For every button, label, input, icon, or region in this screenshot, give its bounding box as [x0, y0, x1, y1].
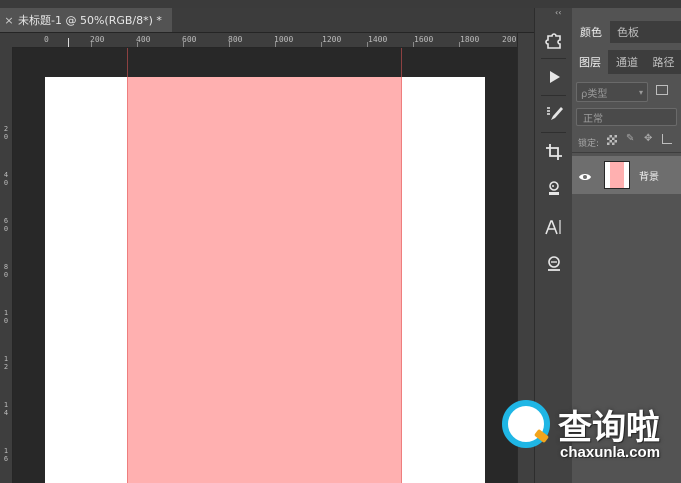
layer-thumbnail [604, 161, 630, 189]
tab-swatches[interactable]: 色板 [610, 21, 646, 43]
lock-paint-icon[interactable]: ✎ [626, 133, 634, 144]
ruler-tick [413, 42, 414, 47]
tab-color[interactable]: 颜色 [572, 21, 610, 43]
ruler-corner [0, 33, 12, 48]
pink-rectangle-shape[interactable] [127, 77, 402, 483]
document-tab-bar: × 未标题-1 @ 50%(RGB/8*) * [0, 8, 534, 33]
ruler-label: 1600 [414, 35, 434, 44]
text-cursor-icon[interactable] [539, 213, 568, 241]
app-top-bar [0, 0, 681, 8]
layer-thumbnail-shape [610, 162, 624, 188]
ruler-label: 200 [502, 35, 517, 44]
tab-paths[interactable]: 路径 [646, 50, 681, 74]
vertical-guide[interactable] [401, 48, 402, 483]
ruler-label: 4 [3, 171, 9, 179]
ruler-label: 0 [44, 35, 49, 44]
magnifier-logo-icon [502, 400, 550, 448]
ruler-label: 0 [3, 179, 9, 187]
tab-layers[interactable]: 图层 [572, 50, 608, 74]
stamp-icon[interactable] [539, 175, 568, 203]
ruler-label: 1400 [368, 35, 388, 44]
toolstrip-divider [541, 132, 566, 133]
ruler-label: 1 [3, 355, 9, 363]
ruler-label: 4 [3, 409, 9, 417]
ruler-label: 1 [3, 447, 9, 455]
ruler-tick [91, 42, 92, 47]
layer-kind-filter[interactable]: ρ类型 ▾ [576, 82, 648, 102]
ruler-tick [183, 42, 184, 47]
ruler-label: 600 [182, 35, 197, 44]
ruler-tick [229, 42, 230, 47]
ruler-label: 1000 [274, 35, 294, 44]
ruler-tick [68, 38, 69, 47]
ruler-tick [275, 42, 276, 47]
tab-channels[interactable]: 通道 [608, 50, 646, 74]
document-canvas[interactable] [45, 77, 485, 483]
document-tab[interactable]: × 未标题-1 @ 50%(RGB/8*) * [0, 8, 172, 32]
eye-icon[interactable] [578, 168, 592, 187]
chevron-down-icon: ▾ [638, 87, 643, 97]
ruler-label: 0 [3, 133, 9, 141]
ruler-tick [137, 42, 138, 47]
watermark-url: chaxunla.com [560, 444, 661, 461]
ruler-label: 2 [3, 125, 9, 133]
watermark-logo: 查询啦 chaxunla.com [500, 398, 681, 472]
layer-name[interactable]: 背景 [639, 168, 659, 183]
toolstrip-divider [541, 95, 566, 96]
ruler-label: 0 [3, 317, 9, 325]
close-tab-icon[interactable]: × [0, 14, 18, 27]
collapse-arrows-icon[interactable]: ‹‹ [555, 8, 561, 17]
ruler-label: 0 [3, 225, 9, 233]
ruler-label: 1 [3, 401, 9, 409]
canvas-area[interactable] [13, 48, 517, 483]
layer-row[interactable]: 背景 [572, 156, 681, 194]
horizontal-ruler[interactable]: 0 200 400 600 800 1000 1200 1400 1600 18… [12, 33, 517, 48]
toolstrip-divider [541, 58, 566, 59]
document-tab-title: 未标题-1 @ 50%(RGB/8*) * [18, 14, 162, 27]
ruler-label: 6 [3, 217, 9, 225]
ruler-label: 6 [3, 455, 9, 463]
lock-transparency-icon[interactable] [607, 135, 617, 145]
ruler-label: 200 [90, 35, 105, 44]
ruler-label: 2 [3, 363, 9, 371]
color-tab-bar: 颜色 色板 [572, 21, 681, 43]
ruler-label: 1 [3, 309, 9, 317]
image-filter-icon[interactable] [656, 85, 668, 95]
vertical-guide[interactable] [127, 48, 128, 483]
ruler-label: 400 [136, 35, 151, 44]
magnifier-handle [533, 428, 550, 444]
layer-filter-row: ρ类型 ▾ [572, 80, 681, 102]
lock-move-icon[interactable]: ✥ [644, 133, 652, 144]
ruler-tick [321, 42, 322, 47]
ruler-label: 0 [3, 271, 9, 279]
puzzle-icon[interactable] [539, 26, 568, 54]
lock-artboard-icon[interactable] [662, 134, 672, 144]
brush-settings-icon[interactable] [539, 100, 568, 128]
vertical-ruler[interactable]: 2 0 4 0 6 0 8 0 1 0 1 2 1 4 1 6 [0, 48, 13, 483]
blend-mode-row: 正常 [572, 106, 681, 128]
ruler-label: 1200 [322, 35, 342, 44]
watermark-title: 查询啦 [558, 408, 660, 448]
ruler-label: 800 [228, 35, 243, 44]
ruler-tick [459, 42, 460, 47]
layers-tab-bar: 图层 通道 路径 [572, 50, 681, 74]
ruler-tick [367, 42, 368, 47]
play-icon[interactable] [539, 63, 568, 91]
ruler-label: 8 [3, 263, 9, 271]
gradient-icon[interactable] [539, 250, 568, 278]
filter-kind-label: ρ类型 [581, 88, 608, 100]
lock-row: 锁定: ✎ ✥ [572, 132, 681, 153]
lock-label: 锁定: [578, 139, 600, 149]
crop-icon[interactable] [539, 138, 568, 166]
ruler-label: 1800 [460, 35, 480, 44]
blend-mode-select[interactable]: 正常 [576, 108, 677, 126]
